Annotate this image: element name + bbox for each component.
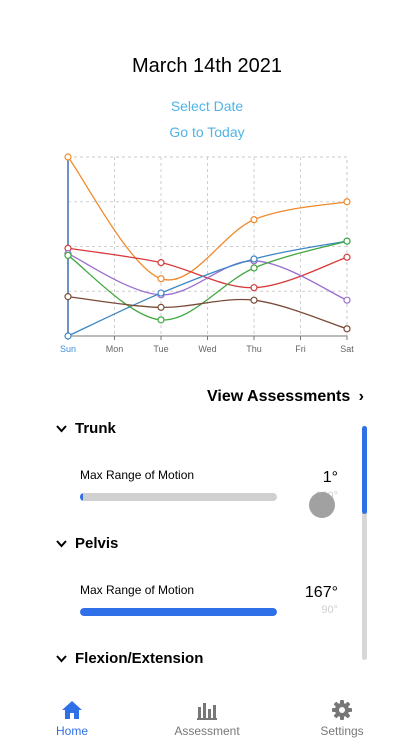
section-title: Trunk bbox=[75, 420, 116, 437]
data-point bbox=[343, 296, 351, 304]
data-point bbox=[343, 325, 351, 333]
x-tick-label: Fri bbox=[295, 344, 306, 354]
bar-chart-icon bbox=[197, 703, 217, 720]
section-header-flexion-extension[interactable]: Flexion/Extension bbox=[56, 650, 203, 667]
gear-icon bbox=[332, 700, 352, 720]
metric-label: Max Range of Motion bbox=[80, 583, 195, 597]
scrollbar[interactable] bbox=[362, 426, 367, 660]
range-of-motion-chart[interactable]: Sun Mon Tue Wed Thu Fri Sat bbox=[56, 152, 360, 357]
tab-home[interactable]: Home bbox=[17, 678, 127, 738]
section-title: Flexion/Extension bbox=[75, 650, 204, 667]
scrollbar-thumb[interactable] bbox=[362, 426, 367, 514]
progress-track bbox=[80, 608, 277, 616]
metric-sub-value: 90° bbox=[321, 604, 338, 616]
view-assessments-label: View Assessments bbox=[207, 388, 351, 405]
data-point bbox=[157, 259, 165, 267]
x-tick-label: Mon bbox=[106, 344, 124, 354]
metric-label: Max Range of Motion bbox=[80, 468, 195, 482]
chevron-down-icon bbox=[56, 424, 67, 432]
data-point bbox=[64, 293, 72, 301]
data-point bbox=[157, 303, 165, 311]
x-tick-label: Thu bbox=[246, 344, 262, 354]
view-assessments-link[interactable]: View Assessments › bbox=[207, 388, 364, 406]
metric-value: 167° bbox=[304, 584, 338, 601]
data-point bbox=[64, 251, 72, 260]
section-header-pelvis[interactable]: Pelvis bbox=[56, 535, 118, 552]
go-to-today-link[interactable]: Go to Today bbox=[0, 124, 414, 140]
chevron-down-icon bbox=[56, 539, 67, 547]
progress-track bbox=[80, 493, 277, 501]
home-icon bbox=[62, 701, 82, 719]
x-tick-label: Tue bbox=[153, 344, 168, 354]
progress-fill bbox=[80, 608, 277, 616]
chevron-right-icon: › bbox=[358, 388, 364, 405]
data-point bbox=[250, 216, 258, 224]
data-point bbox=[64, 153, 72, 161]
data-point bbox=[157, 316, 165, 324]
data-point bbox=[157, 289, 165, 297]
data-point bbox=[250, 284, 258, 292]
chevron-down-icon bbox=[56, 654, 67, 662]
data-point bbox=[64, 332, 72, 340]
data-point bbox=[343, 198, 351, 206]
x-tick-label: Sun bbox=[60, 344, 76, 354]
tab-assessment[interactable]: Assessment bbox=[152, 678, 262, 738]
data-point bbox=[250, 255, 258, 263]
data-point bbox=[157, 275, 165, 283]
data-point bbox=[343, 253, 351, 261]
data-point bbox=[343, 237, 351, 245]
date-title: March 14th 2021 bbox=[131, 55, 283, 77]
data-point bbox=[250, 296, 258, 304]
metric-value: 1° bbox=[322, 469, 338, 486]
data-point bbox=[250, 264, 258, 272]
section-title: Pelvis bbox=[75, 535, 119, 552]
section-header-trunk[interactable]: Trunk bbox=[56, 420, 116, 437]
bottom-tab-bar: Home Assessment Settings bbox=[0, 678, 414, 738]
tab-settings[interactable]: Settings bbox=[287, 678, 397, 738]
progress-fill bbox=[80, 493, 83, 501]
x-tick-label: Sat bbox=[340, 344, 354, 354]
x-tick-label: Wed bbox=[198, 344, 216, 354]
select-date-link[interactable]: Select Date bbox=[0, 98, 414, 114]
slider-handle[interactable] bbox=[309, 492, 335, 518]
